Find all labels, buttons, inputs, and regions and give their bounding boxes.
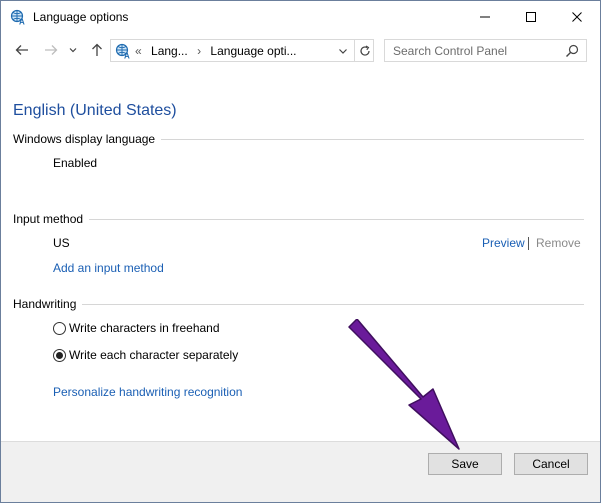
breadcrumb-item-language[interactable]: Lang... bbox=[151, 44, 188, 58]
breadcrumb: « Lang... › Language opti... bbox=[135, 44, 303, 58]
radio-button[interactable] bbox=[53, 348, 66, 362]
divider bbox=[82, 303, 584, 305]
svg-text:A: A bbox=[124, 52, 130, 60]
refresh-button[interactable] bbox=[354, 40, 374, 61]
save-button[interactable]: Save bbox=[428, 453, 502, 475]
back-button[interactable] bbox=[12, 40, 32, 60]
radio-label[interactable]: Write characters in freehand bbox=[69, 321, 220, 335]
language-globe-icon: A bbox=[115, 43, 130, 60]
section-label: Windows display language bbox=[13, 132, 156, 146]
search-box bbox=[384, 39, 587, 62]
display-language-status: Enabled bbox=[53, 156, 98, 170]
arrow-up-icon bbox=[92, 43, 102, 56]
maximize-button[interactable] bbox=[508, 1, 554, 32]
forward-button[interactable] bbox=[41, 40, 61, 60]
window-title: Language options bbox=[33, 10, 129, 24]
minimize-button[interactable] bbox=[462, 1, 508, 32]
divider bbox=[89, 218, 584, 220]
title-bar: A Language options bbox=[1, 1, 600, 33]
up-button[interactable] bbox=[87, 40, 107, 60]
search-input[interactable] bbox=[385, 40, 560, 61]
radio-separately[interactable]: Write each character separately bbox=[53, 347, 238, 363]
address-bar[interactable]: A « Lang... › Language opti... bbox=[110, 39, 374, 62]
cancel-button[interactable]: Cancel bbox=[514, 453, 588, 475]
search-icon[interactable] bbox=[565, 44, 579, 58]
input-method-section-header: Input method bbox=[13, 212, 584, 226]
recent-locations-button[interactable] bbox=[66, 40, 80, 60]
breadcrumb-separator: › bbox=[197, 44, 202, 58]
refresh-icon bbox=[359, 45, 370, 56]
chevron-down-icon bbox=[69, 48, 77, 53]
input-method-current: US bbox=[53, 236, 70, 250]
close-button[interactable] bbox=[554, 1, 600, 32]
section-label: Handwriting bbox=[13, 297, 77, 311]
add-input-method-link[interactable]: Add an input method bbox=[53, 261, 164, 275]
close-icon bbox=[572, 11, 582, 22]
personalize-handwriting-link[interactable]: Personalize handwriting recognition bbox=[53, 385, 242, 399]
language-globe-icon: A bbox=[10, 9, 25, 26]
breadcrumb-item-language-options[interactable]: Language opti... bbox=[210, 44, 296, 58]
display-language-section-header: Windows display language bbox=[13, 132, 584, 146]
remove-link[interactable]: Remove bbox=[536, 236, 581, 250]
navigation-bar: A « Lang... › Language opti... bbox=[1, 35, 600, 67]
annotation-arrow-icon bbox=[348, 319, 460, 450]
radio-label[interactable]: Write each character separately bbox=[69, 348, 238, 362]
link-separator bbox=[528, 237, 529, 250]
arrow-right-icon bbox=[45, 45, 58, 55]
radio-button[interactable] bbox=[53, 321, 66, 335]
handwriting-section-header: Handwriting bbox=[13, 297, 584, 311]
language-title: English (United States) bbox=[13, 102, 177, 119]
preview-link[interactable]: Preview bbox=[482, 236, 525, 250]
svg-text:A: A bbox=[19, 18, 25, 26]
breadcrumb-overflow[interactable]: « bbox=[135, 44, 142, 58]
minimize-icon bbox=[480, 16, 490, 17]
arrow-left-icon bbox=[15, 45, 28, 55]
section-label: Input method bbox=[13, 212, 84, 226]
divider bbox=[161, 138, 584, 140]
radio-freehand[interactable]: Write characters in freehand bbox=[53, 320, 220, 336]
dialog-footer: Save Cancel bbox=[1, 441, 600, 502]
maximize-icon bbox=[526, 11, 536, 22]
chevron-down-icon[interactable] bbox=[337, 45, 349, 57]
language-options-window: A Language options A « Lang... › Languag… bbox=[0, 0, 601, 503]
